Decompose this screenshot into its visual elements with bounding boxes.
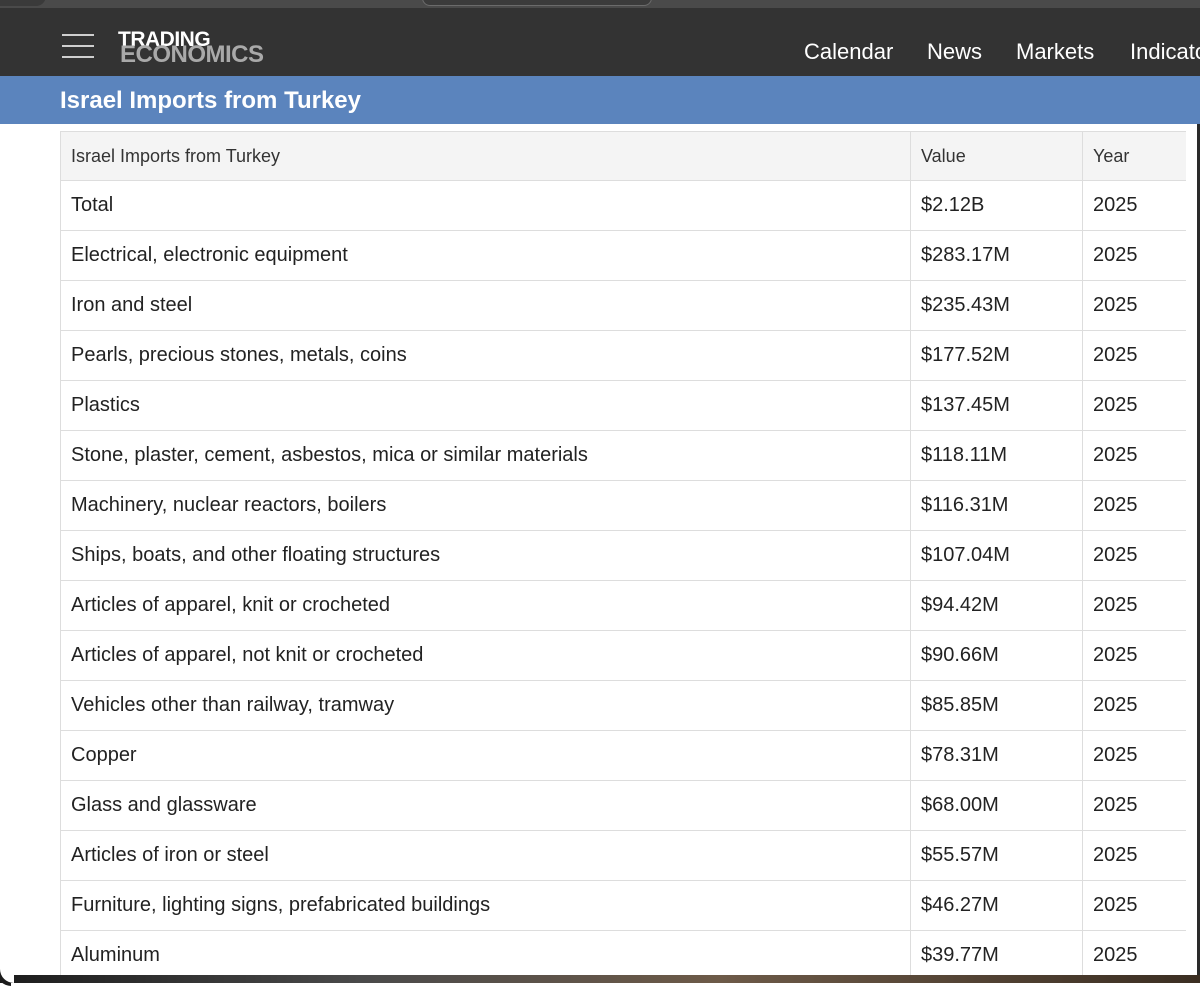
table-row[interactable]: Vehicles other than railway, tramway $85.… — [60, 680, 1186, 731]
cell-year: 2025 — [1082, 830, 1186, 881]
cell-year: 2025 — [1082, 630, 1186, 681]
page-title: Israel Imports from Turkey — [60, 87, 361, 114]
nav-calendar[interactable]: Calendar — [804, 39, 893, 65]
cell-year: 2025 — [1082, 380, 1186, 431]
cell-value: $137.45M — [910, 380, 1083, 431]
cell-category[interactable]: Copper — [60, 730, 911, 781]
cell-category[interactable]: Articles of apparel, not knit or crochet… — [60, 630, 911, 681]
cell-value: $94.42M — [910, 580, 1083, 631]
cell-value: $68.00M — [910, 780, 1083, 831]
table-row[interactable]: Electrical, electronic equipment $283.17M… — [60, 230, 1186, 281]
table-row[interactable]: Machinery, nuclear reactors, boilers $116… — [60, 480, 1186, 531]
cell-category[interactable]: Articles of apparel, knit or crocheted — [60, 580, 911, 631]
cell-year: 2025 — [1082, 330, 1186, 381]
cell-value: $85.85M — [910, 680, 1083, 731]
cell-year: 2025 — [1082, 430, 1186, 481]
cell-category[interactable]: Total — [60, 180, 911, 231]
cell-year: 2025 — [1082, 180, 1186, 231]
cell-category[interactable]: Glass and glassware — [60, 780, 911, 831]
cell-year: 2025 — [1082, 930, 1186, 981]
table-row[interactable]: Articles of apparel, knit or crocheted $9… — [60, 580, 1186, 631]
cell-year: 2025 — [1082, 280, 1186, 331]
table-row[interactable]: Plastics $137.45M 2025 — [60, 380, 1186, 431]
window-corner — [0, 0, 46, 6]
cell-year: 2025 — [1082, 880, 1186, 931]
cell-value: $118.11M — [910, 430, 1083, 481]
table-row[interactable]: Glass and glassware $68.00M 2025 — [60, 780, 1186, 831]
title-bar: Israel Imports from Turkey — [0, 76, 1200, 124]
table-row[interactable]: Articles of apparel, not knit or crochet… — [60, 630, 1186, 681]
cell-value: $2.12B — [910, 180, 1083, 231]
cell-category[interactable]: Vehicles other than railway, tramway — [60, 680, 911, 731]
imports-table: Israel Imports from Turkey Value Year To… — [60, 131, 1186, 981]
cell-category[interactable]: Electrical, electronic equipment — [60, 230, 911, 281]
cell-value: $90.66M — [910, 630, 1083, 681]
cell-value: $46.27M — [910, 880, 1083, 931]
cell-year: 2025 — [1082, 780, 1186, 831]
cell-category[interactable]: Machinery, nuclear reactors, boilers — [60, 480, 911, 531]
cell-category[interactable]: Aluminum — [60, 930, 911, 981]
nav-news[interactable]: News — [927, 39, 982, 65]
device-frame-bottom — [0, 975, 1200, 983]
cell-year: 2025 — [1082, 730, 1186, 781]
nav-indicators[interactable]: Indicato — [1130, 39, 1200, 65]
cell-value: $235.43M — [910, 280, 1083, 331]
cell-year: 2025 — [1082, 230, 1186, 281]
cell-value: $116.31M — [910, 480, 1083, 531]
browser-tab[interactable] — [422, 0, 652, 6]
top-navbar: TRADING ECONOMICS Calendar News Markets … — [0, 8, 1200, 76]
cell-year: 2025 — [1082, 530, 1186, 581]
table-row[interactable]: Aluminum $39.77M 2025 — [60, 930, 1186, 981]
header-value: Value — [910, 131, 1083, 181]
header-category: Israel Imports from Turkey — [60, 131, 911, 181]
site-logo[interactable]: TRADING ECONOMICS — [118, 29, 264, 67]
table-row[interactable]: Furniture, lighting signs, prefabricated… — [60, 880, 1186, 931]
imports-table-container: Israel Imports from Turkey Value Year To… — [60, 131, 1186, 991]
cell-year: 2025 — [1082, 580, 1186, 631]
cell-year: 2025 — [1082, 680, 1186, 731]
nav-markets[interactable]: Markets — [1016, 39, 1094, 65]
cell-category[interactable]: Ships, boats, and other floating structu… — [60, 530, 911, 581]
cell-category[interactable]: Furniture, lighting signs, prefabricated… — [60, 880, 911, 931]
browser-chrome — [0, 0, 1200, 8]
table-row[interactable]: Iron and steel $235.43M 2025 — [60, 280, 1186, 331]
table-row[interactable]: Articles of iron or steel $55.57M 2025 — [60, 830, 1186, 881]
cell-value: $283.17M — [910, 230, 1083, 281]
cell-year: 2025 — [1082, 480, 1186, 531]
table-header-row: Israel Imports from Turkey Value Year — [60, 131, 1186, 181]
header-year: Year — [1082, 131, 1186, 181]
cell-value: $78.31M — [910, 730, 1083, 781]
hamburger-menu-icon[interactable] — [62, 34, 94, 60]
cell-value: $107.04M — [910, 530, 1083, 581]
table-row[interactable]: Copper $78.31M 2025 — [60, 730, 1186, 781]
cell-category[interactable]: Pearls, precious stones, metals, coins — [60, 330, 911, 381]
cell-value: $39.77M — [910, 930, 1083, 981]
cell-category[interactable]: Stone, plaster, cement, asbestos, mica o… — [60, 430, 911, 481]
cell-category[interactable]: Iron and steel — [60, 280, 911, 331]
table-row[interactable]: Total $2.12B 2025 — [60, 180, 1186, 231]
cell-value: $177.52M — [910, 330, 1083, 381]
logo-line2: ECONOMICS — [120, 41, 264, 68]
table-row[interactable]: Pearls, precious stones, metals, coins $1… — [60, 330, 1186, 381]
table-row[interactable]: Stone, plaster, cement, asbestos, mica o… — [60, 430, 1186, 481]
cell-value: $55.57M — [910, 830, 1083, 881]
cell-category[interactable]: Plastics — [60, 380, 911, 431]
cell-category[interactable]: Articles of iron or steel — [60, 830, 911, 881]
table-row[interactable]: Ships, boats, and other floating structu… — [60, 530, 1186, 581]
